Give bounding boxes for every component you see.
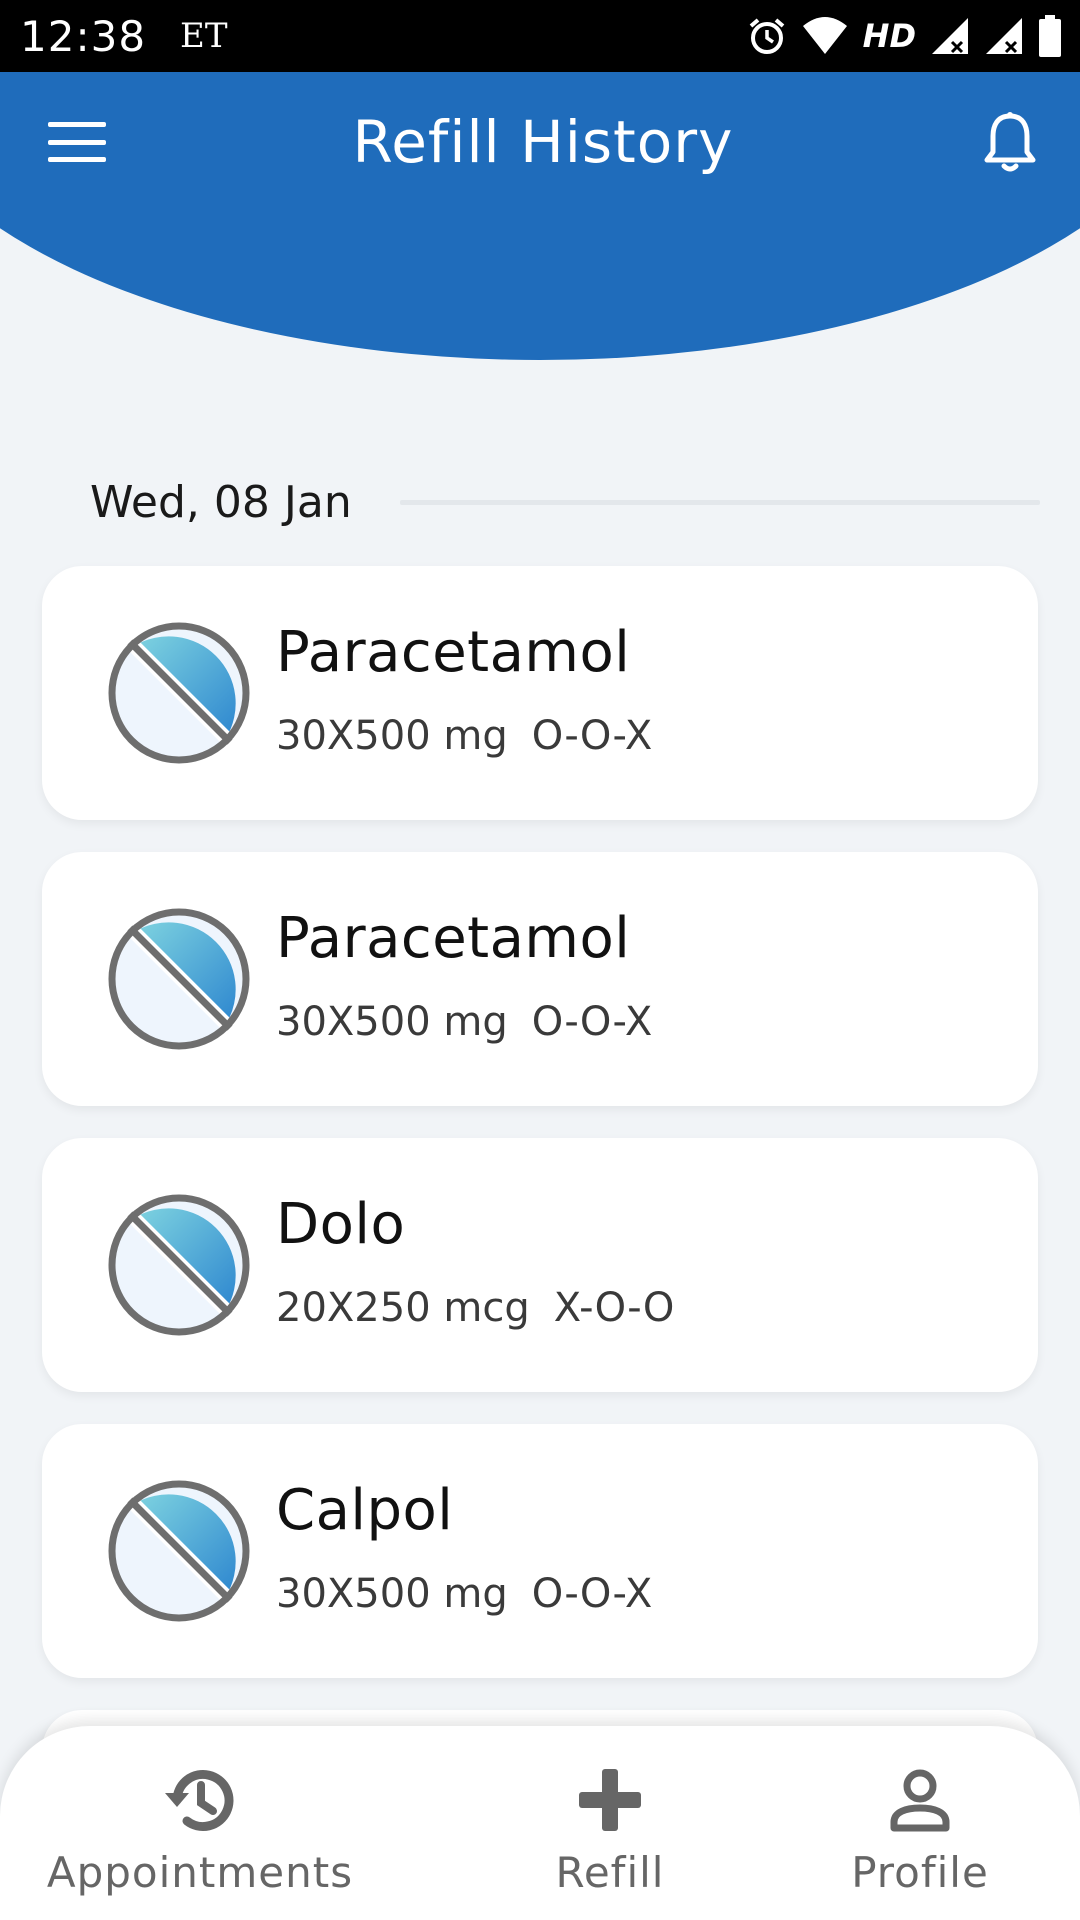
medicine-details: 30X500 mg O-O-X	[276, 713, 652, 759]
status-left: 12:38 ET	[20, 12, 228, 61]
pill-icon	[108, 908, 250, 1050]
hamburger-menu-icon[interactable]	[48, 122, 106, 162]
nav-profile[interactable]: Profile	[820, 1760, 1020, 1897]
medicine-info: Dolo 20X250 mcg X-O-O	[276, 1192, 674, 1331]
app-screen: 12:38 ET HD Refill History Wed, 08 Jan P…	[0, 0, 1080, 1920]
page-title: Refill History	[352, 108, 734, 176]
medicine-quantity: 30X500 mg	[276, 712, 508, 759]
medicine-dosage: O-O-X	[531, 998, 653, 1045]
nav-label: Refill	[555, 1848, 665, 1897]
nav-appointments[interactable]: Appointments	[40, 1760, 360, 1897]
pill-icon	[108, 1194, 250, 1336]
medicine-details: 30X500 mg O-O-X	[276, 1571, 652, 1617]
alarm-icon	[749, 18, 784, 54]
medicine-dosage: X-O-O	[553, 1284, 675, 1331]
medicine-quantity: 30X500 mg	[276, 998, 508, 1045]
list-item[interactable]: Dolo 20X250 mcg X-O-O	[42, 1138, 1038, 1392]
medicine-details: 30X500 mg O-O-X	[276, 999, 652, 1045]
medicine-name: Paracetamol	[276, 905, 631, 971]
person-icon	[880, 1760, 960, 1840]
signal-icon	[986, 18, 1022, 54]
list-item[interactable]: Paracetamol 30X500 mg O-O-X	[42, 852, 1038, 1106]
medicine-info: Paracetamol 30X500 mg O-O-X	[276, 906, 652, 1045]
signal-icon	[932, 18, 968, 54]
refill-history-list: Paracetamol 30X500 mg O-O-X Paracetamol …	[42, 566, 1038, 1920]
date-section-header: Wed, 08 Jan	[90, 472, 1040, 532]
status-carrier: ET	[180, 16, 228, 56]
status-time: 12:38	[20, 11, 147, 61]
medicine-info: Paracetamol 30X500 mg O-O-X	[276, 620, 652, 759]
medicine-info: Calpol 30X500 mg O-O-X	[276, 1478, 652, 1617]
nav-refill[interactable]: Refill	[510, 1760, 710, 1897]
medicine-name: Calpol	[276, 1477, 454, 1543]
list-item[interactable]: Calpol 30X500 mg O-O-X	[42, 1424, 1038, 1678]
medicine-details: 20X250 mcg X-O-O	[276, 1285, 674, 1331]
date-label: Wed, 08 Jan	[90, 476, 352, 528]
medicine-name: Dolo	[276, 1191, 406, 1257]
wifi-icon	[802, 17, 847, 54]
medicine-name: Paracetamol	[276, 619, 631, 685]
history-icon	[160, 1760, 240, 1840]
list-item[interactable]: Paracetamol 30X500 mg O-O-X	[42, 566, 1038, 820]
network-type: HD	[862, 17, 916, 55]
pill-icon	[108, 622, 250, 764]
medicine-quantity: 30X500 mg	[276, 1570, 508, 1617]
battery-icon	[1039, 15, 1061, 57]
divider	[399, 499, 1040, 505]
plus-icon	[570, 1760, 650, 1840]
medicine-quantity: 20X250 mcg	[276, 1284, 530, 1331]
nav-label: Appointments	[46, 1848, 354, 1897]
bell-icon[interactable]	[980, 107, 1040, 177]
status-icons: HD	[747, 15, 1062, 57]
pill-icon	[108, 1480, 250, 1622]
medicine-dosage: O-O-X	[531, 1570, 653, 1617]
app-header: Refill History	[0, 72, 1080, 212]
bottom-navigation: Appointments Refill Profile	[0, 1726, 1080, 1920]
medicine-dosage: O-O-X	[531, 712, 653, 759]
status-bar: 12:38 ET HD	[0, 0, 1080, 72]
nav-label: Profile	[851, 1848, 989, 1897]
